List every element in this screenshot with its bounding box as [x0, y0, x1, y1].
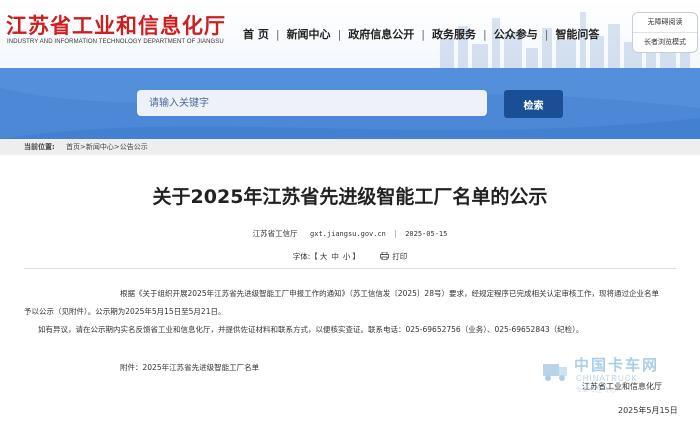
elder-mode-link[interactable]: 长者浏览模式: [633, 33, 697, 52]
article-tools: 字体:【大中小】 打印: [0, 251, 700, 262]
site-logo-title[interactable]: 江苏省工业和信息化厅: [6, 10, 226, 40]
article-paragraph-2: 如有异议，请在公示期内实名反馈省工业和信息化厅，并提供佐证材料和联系方式，以便核…: [38, 325, 584, 334]
print-button[interactable]: 打印: [380, 252, 407, 261]
article-paragraph-1: 根据《关于组织开展2025年江苏省先进级智能工厂申报工作的通知》（苏工信信发〔2…: [24, 289, 659, 316]
breadcrumb: 当前位置: 首页>新闻中心>公告公示: [0, 139, 700, 155]
printer-icon: [380, 252, 390, 260]
article-site: gxt.jiangsu.gov.cn: [310, 230, 386, 238]
font-size-label: 字体:【: [292, 252, 318, 261]
watermark-cn: 中国卡车网: [574, 356, 660, 374]
article-date: 2025-05-15: [405, 230, 448, 238]
accessible-reading-link[interactable]: 无障碍阅读: [633, 13, 697, 33]
nav-item-smart-qa[interactable]: 智能问答: [548, 26, 606, 42]
search-button[interactable]: 检索: [504, 90, 563, 118]
page-title: 关于2025年江苏省先进级智能工厂名单的公示: [152, 186, 548, 208]
article-divider: [24, 268, 676, 269]
site-header: 江苏省工业和信息化厅 INDUSTRY AND INFORMATION TECH…: [0, 0, 700, 68]
search-input[interactable]: [137, 90, 487, 116]
article-meta: 江苏省工信厅 gxt.jiangsu.gov.cn | 2025-05-15: [0, 228, 700, 239]
nav-item-home[interactable]: 首 页: [236, 26, 276, 42]
meta-divider: |: [394, 229, 397, 238]
site-logo-subtitle: INDUSTRY AND INFORMATION TECHNOLOGY DEPA…: [7, 39, 224, 45]
main-nav: 首 页 | 新闻中心 | 政府信息公开 | 政务服务 | 公众参与 | 智能问答: [236, 26, 606, 42]
print-label: 打印: [392, 252, 408, 261]
nav-item-participation[interactable]: 公众参与: [487, 26, 545, 42]
nav-item-news[interactable]: 新闻中心: [280, 26, 338, 42]
watermark-tag: 专业·专注·专心: [576, 387, 616, 394]
article-source: 江苏省工信厅: [252, 229, 298, 238]
nav-item-services[interactable]: 政务服务: [425, 26, 483, 42]
font-size-close: 】: [352, 252, 360, 261]
signature-date: 2025年5月15日: [618, 406, 678, 415]
font-size-small[interactable]: 小: [343, 252, 351, 261]
truck-logo-icon: [543, 364, 567, 381]
watermark-en: CHINATRUCK: [576, 374, 638, 383]
font-size-large[interactable]: 大: [320, 252, 328, 261]
nav-item-gov-info[interactable]: 政府信息公开: [341, 26, 421, 42]
watermark: 中国卡车网 CHINATRUCK 专业·专注·专心: [540, 352, 700, 398]
breadcrumb-label: 当前位置:: [24, 143, 55, 151]
breadcrumb-path[interactable]: 首页>新闻中心>公告公示: [66, 142, 148, 152]
accessibility-box: 无障碍阅读 长者浏览模式: [632, 12, 698, 53]
font-size-medium[interactable]: 中: [331, 252, 339, 261]
